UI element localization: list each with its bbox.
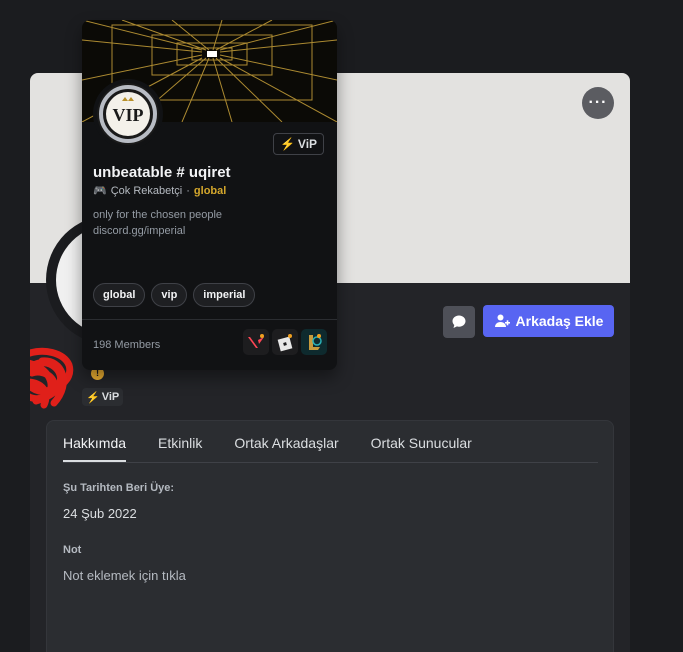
add-friend-label: Arkadaş Ekle bbox=[515, 313, 604, 329]
gamepad-icon: 🎮 bbox=[93, 185, 107, 197]
note-input[interactable]: Not eklemek için tıkla bbox=[63, 568, 186, 583]
server-avatar[interactable]: VIP bbox=[97, 83, 159, 145]
popout-divider bbox=[82, 319, 337, 320]
message-button[interactable] bbox=[443, 306, 475, 338]
server-avatar-ring: VIP bbox=[93, 79, 163, 149]
roblox-icon bbox=[272, 329, 298, 355]
vip-badge-label: ViP bbox=[101, 391, 120, 403]
tag-chip[interactable]: global bbox=[93, 283, 146, 307]
add-friend-button[interactable]: Arkadaş Ekle bbox=[483, 305, 614, 337]
red-scribble-redaction bbox=[30, 347, 74, 409]
meta-separator: · bbox=[186, 184, 190, 197]
member-since-label: Şu Tarihten Beri Üye: bbox=[63, 482, 175, 494]
server-meta: 🎮 Çok Rekabetçi · global bbox=[93, 184, 227, 198]
add-person-icon bbox=[494, 314, 510, 327]
server-tag: global bbox=[193, 184, 227, 197]
vip-tag: ⚡ ViP bbox=[273, 133, 324, 155]
member-since-value: 24 Şub 2022 bbox=[63, 506, 137, 521]
note-label: Not bbox=[63, 544, 82, 556]
lightning-icon: ⚡ bbox=[86, 391, 100, 404]
vip-tag-label: ViP bbox=[297, 137, 318, 151]
tab-mutual-servers[interactable]: Ortak Sunucular bbox=[371, 435, 472, 462]
game-icons bbox=[243, 329, 327, 355]
tab-about[interactable]: Hakkımda bbox=[63, 435, 127, 462]
valorant-icon bbox=[243, 329, 269, 355]
tab-activity[interactable]: Etkinlik bbox=[158, 435, 202, 462]
more-button[interactable]: ··· bbox=[582, 87, 614, 119]
member-count: 198 Members bbox=[93, 339, 161, 351]
more-horizontal-icon: ··· bbox=[588, 94, 608, 111]
league-icon bbox=[301, 329, 327, 355]
tab-bar: Hakkımda Etkinlik Ortak Arkadaşlar Ortak… bbox=[63, 421, 598, 463]
info-panel: Hakkımda Etkinlik Ortak Arkadaşlar Ortak… bbox=[46, 420, 614, 652]
vip-badge: ⚡ ViP bbox=[82, 388, 124, 406]
server-activity: Çok Rekabetçi bbox=[110, 184, 183, 197]
tag-chip[interactable]: imperial bbox=[193, 283, 256, 307]
server-popout: VIP ⚡ ViP unbeatable # uqiret 🎮 Çok Reka… bbox=[82, 20, 337, 370]
server-description-line2: discord.gg/imperial bbox=[93, 225, 186, 237]
svg-text:VIP: VIP bbox=[113, 105, 144, 125]
server-description-line1: only for the chosen people bbox=[93, 209, 223, 221]
chat-bubble-icon bbox=[452, 315, 466, 328]
tab-mutual-friends[interactable]: Ortak Arkadaşlar bbox=[234, 435, 338, 462]
lightning-icon: ⚡ bbox=[279, 137, 295, 151]
server-name: unbeatable # uqiret bbox=[93, 164, 231, 181]
tag-chip[interactable]: vip bbox=[151, 283, 188, 307]
server-tags: global vip imperial bbox=[93, 283, 256, 307]
